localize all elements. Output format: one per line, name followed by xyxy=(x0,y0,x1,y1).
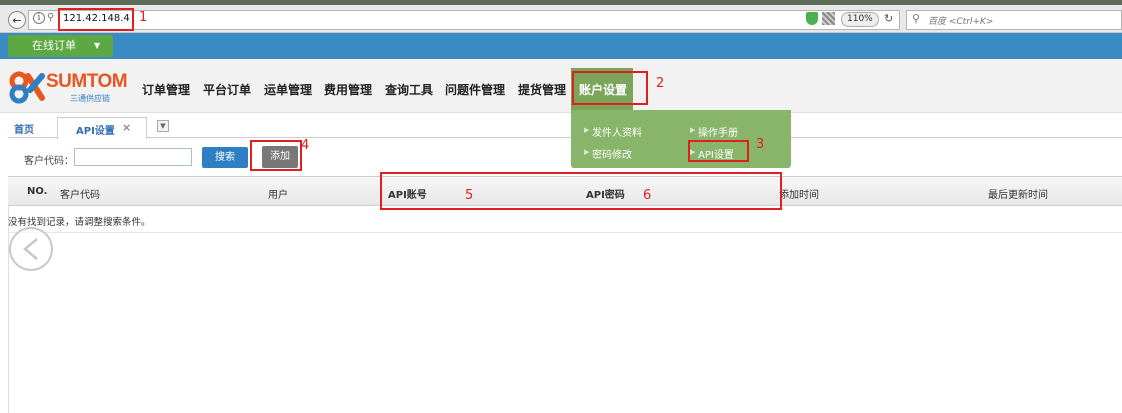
column-header-customer-code[interactable]: 客户代码 xyxy=(60,186,100,201)
annotation-box-4 xyxy=(250,140,302,171)
tab-api-settings[interactable]: API设置 × xyxy=(57,117,147,139)
menu-item-change-password[interactable]: 密码修改 xyxy=(592,146,632,161)
search-placeholder: 百度 <Ctrl+K> xyxy=(928,17,994,27)
annotation-number-4: 4 xyxy=(301,138,310,153)
back-arrow-icon[interactable] xyxy=(9,227,53,271)
qr-code-icon[interactable] xyxy=(822,12,835,25)
bullet-icon: ▶ xyxy=(584,148,590,156)
annotation-box-5-6 xyxy=(380,172,782,210)
annotation-number-3: 3 xyxy=(756,137,765,152)
brand-name: SUMTOM xyxy=(46,71,128,92)
key-icon: ⚲ xyxy=(47,12,55,23)
annotation-box-2 xyxy=(572,71,648,105)
nav-item-problem-parcels[interactable]: 问题件管理 xyxy=(445,81,505,98)
bullet-icon: ▶ xyxy=(690,126,696,134)
column-header-created-time[interactable]: 添加时间 xyxy=(779,186,819,201)
annotation-number-2: 2 xyxy=(656,76,665,91)
nav-item-pickup[interactable]: 提货管理 xyxy=(518,81,566,98)
annotation-number-1: 1 xyxy=(139,10,148,25)
chevron-down-icon: ▼ xyxy=(94,41,101,50)
customer-code-input[interactable] xyxy=(74,148,192,166)
column-header-updated-time[interactable]: 最后更新时间 xyxy=(988,186,1048,201)
search-icon: ⚲ xyxy=(912,12,921,25)
logo-icon xyxy=(9,71,45,104)
reload-icon[interactable]: ↻ xyxy=(884,12,893,25)
brand-subtitle: 三通供应链 xyxy=(70,94,110,103)
close-icon[interactable]: × xyxy=(122,121,131,134)
customer-code-label: 客户代码： xyxy=(24,156,74,167)
zoom-level[interactable]: 110% xyxy=(841,12,879,27)
nav-item-query-tools[interactable]: 查询工具 xyxy=(385,81,433,98)
tab-home[interactable]: 首页 xyxy=(14,121,34,136)
annotation-box-1 xyxy=(58,8,134,31)
tab-api-settings-label: API设置 xyxy=(76,126,115,137)
online-order-button[interactable]: 在线订单 ▼ xyxy=(8,35,113,57)
online-order-label: 在线订单 xyxy=(32,39,76,52)
column-header-user[interactable]: 用户 xyxy=(268,186,288,201)
divider xyxy=(8,232,1122,233)
nav-item-fees[interactable]: 费用管理 xyxy=(324,81,372,98)
tab-bar xyxy=(8,117,1122,138)
menu-item-manual[interactable]: 操作手册 xyxy=(698,124,738,139)
top-band xyxy=(0,33,1122,59)
tab-menu-icon[interactable]: ▼ xyxy=(157,120,169,132)
shield-icon[interactable] xyxy=(806,12,818,25)
empty-message: 没有找到记录，请调整搜索条件。 xyxy=(8,217,151,228)
table-body xyxy=(8,206,1122,413)
annotation-number-6: 6 xyxy=(643,188,652,203)
menu-item-sender-profile[interactable]: 发件人资料 xyxy=(592,124,642,139)
address-bar[interactable] xyxy=(28,10,900,30)
search-button[interactable]: 搜索 xyxy=(202,147,248,168)
info-icon[interactable]: i xyxy=(33,12,45,24)
column-header-no[interactable]: NO. xyxy=(27,186,47,197)
annotation-box-3 xyxy=(688,140,749,162)
nav-item-waybills[interactable]: 运单管理 xyxy=(264,81,312,98)
nav-item-orders[interactable]: 订单管理 xyxy=(142,81,190,98)
nav-item-platform-orders[interactable]: 平台订单 xyxy=(203,81,251,98)
bullet-icon: ▶ xyxy=(584,126,590,134)
back-icon[interactable]: ← xyxy=(8,11,26,29)
annotation-number-5: 5 xyxy=(465,188,474,203)
window-strip xyxy=(0,0,1122,5)
